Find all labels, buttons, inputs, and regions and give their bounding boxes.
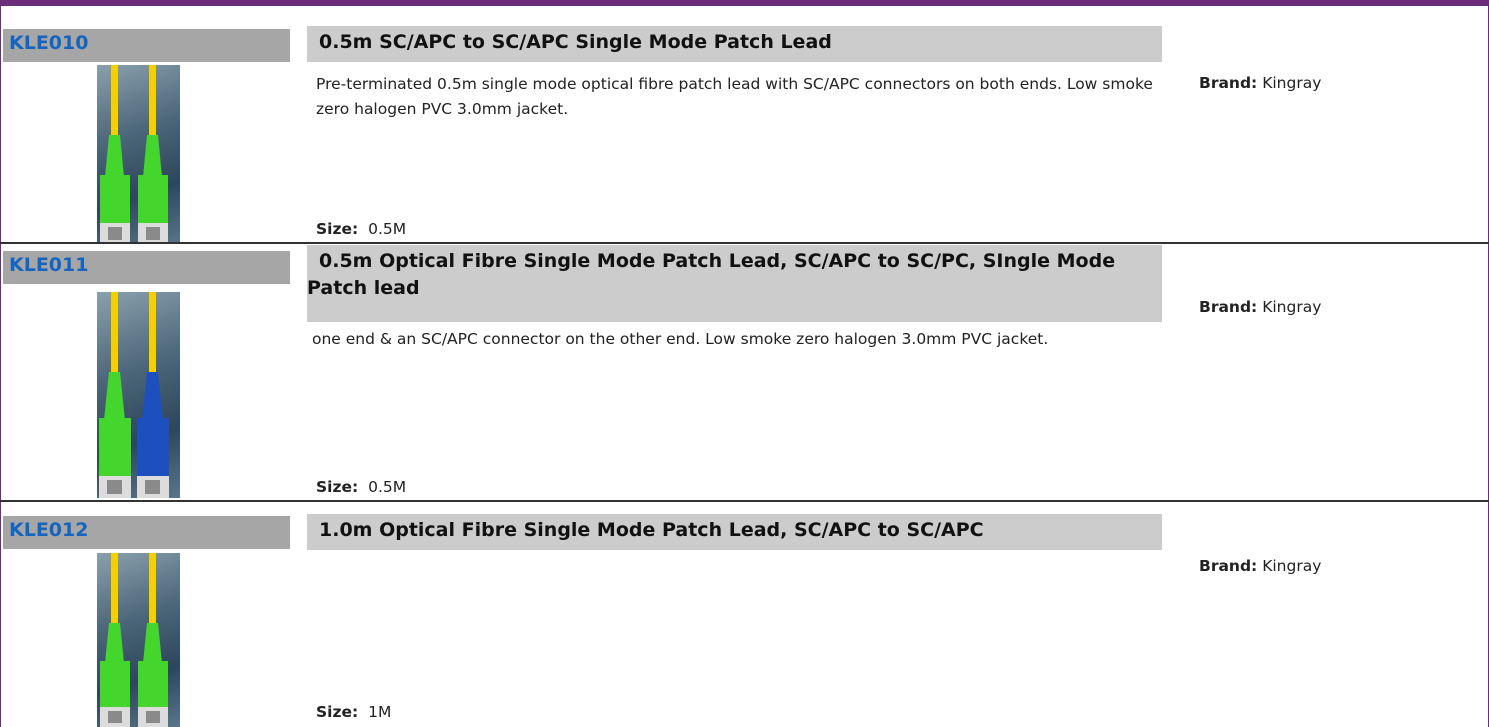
brand-value: Kingray bbox=[1262, 557, 1322, 575]
product-size: Size: 0.5M bbox=[316, 478, 406, 496]
product-title: 1.0m Optical Fibre Single Mode Patch Lea… bbox=[319, 519, 984, 541]
size-value: 0.5M bbox=[368, 478, 407, 496]
size-value: 1M bbox=[368, 703, 392, 721]
fibre-patch-lead-icon bbox=[100, 553, 168, 727]
fibre-patch-lead-icon bbox=[99, 292, 169, 498]
brand-value: Kingray bbox=[1262, 298, 1322, 316]
product-image bbox=[97, 292, 180, 498]
brand-value: Kingray bbox=[1262, 74, 1322, 92]
size-label: Size: bbox=[316, 703, 359, 721]
product-code-bar: KLE011 bbox=[3, 251, 290, 284]
product-size: Size: 0.5M bbox=[316, 220, 406, 238]
size-value: 0.5M bbox=[368, 220, 407, 238]
product-description: Pre-terminated 0.5m single mode optical … bbox=[316, 75, 1153, 118]
product-code-link[interactable]: KLE011 bbox=[9, 254, 88, 276]
product-title-bar: 0.5m SC/APC to SC/APC Single Mode Patch … bbox=[307, 26, 1162, 62]
product-brand: Brand: Kingray bbox=[1199, 557, 1321, 575]
size-label: Size: bbox=[316, 220, 359, 238]
product-code-bar: KLE010 bbox=[3, 29, 290, 62]
product-brand: Brand: Kingray bbox=[1199, 74, 1321, 92]
product-image bbox=[97, 65, 180, 244]
fibre-patch-lead-icon bbox=[100, 65, 168, 244]
product-row: KLE011 0.5m Optical Fibre Single Mode Pa… bbox=[0, 244, 1489, 500]
brand-label: Brand: bbox=[1199, 557, 1258, 575]
product-image bbox=[97, 553, 180, 727]
product-row: KLE010 0.5m SC/APC to SC/APC Single Mode… bbox=[0, 6, 1489, 244]
product-size: Size: 1M bbox=[316, 703, 391, 721]
product-title: 0.5m Optical Fibre Single Mode Patch Lea… bbox=[307, 250, 1116, 299]
product-code-bar: KLE012 bbox=[3, 516, 290, 549]
product-brand: Brand: Kingray bbox=[1199, 298, 1321, 316]
size-label: Size: bbox=[316, 478, 359, 496]
product-code-link[interactable]: KLE010 bbox=[9, 32, 88, 54]
product-description: one end & an SC/APC connector on the oth… bbox=[312, 330, 1049, 348]
brand-label: Brand: bbox=[1199, 298, 1258, 316]
product-title-bar: 1.0m Optical Fibre Single Mode Patch Lea… bbox=[307, 514, 1162, 550]
brand-label: Brand: bbox=[1199, 74, 1258, 92]
product-title: 0.5m SC/APC to SC/APC Single Mode Patch … bbox=[319, 31, 832, 53]
product-code-link[interactable]: KLE012 bbox=[9, 519, 88, 541]
product-row: KLE012 1.0m Optical Fibre Single Mode Pa… bbox=[0, 502, 1489, 727]
product-title-bar: 0.5m Optical Fibre Single Mode Patch Lea… bbox=[307, 245, 1162, 322]
